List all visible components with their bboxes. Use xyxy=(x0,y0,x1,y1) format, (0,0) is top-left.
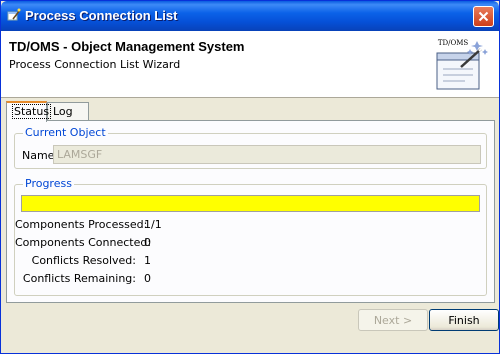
header-graphic-label: TD/OMS xyxy=(438,39,469,47)
tab-log[interactable]: Log xyxy=(47,102,89,121)
status-tab-panel: Current Object Name Progress Components … xyxy=(6,120,495,303)
progress-bar xyxy=(21,195,480,212)
tab-status[interactable]: Status xyxy=(6,101,52,122)
title-bar[interactable]: Process Connection List xyxy=(1,1,499,31)
window-title: Process Connection List xyxy=(25,8,178,23)
stat-label: Conflicts Resolved: xyxy=(31,254,136,267)
finish-button[interactable]: Finish xyxy=(429,309,499,331)
current-object-legend: Current Object xyxy=(23,126,108,139)
wizard-wand-icon xyxy=(7,8,21,21)
wizard-header: TD/OMS - Object Management System Proces… xyxy=(1,31,499,98)
tab-status-label: Status xyxy=(12,104,52,119)
stat-value: 0 xyxy=(144,236,151,249)
stat-value: 1/1 xyxy=(144,218,162,231)
stat-value: 0 xyxy=(144,272,151,285)
name-label: Name xyxy=(22,149,55,162)
header-title: TD/OMS - Object Management System xyxy=(9,39,245,54)
progress-group: Progress Components Processed: 1/1 Compo… xyxy=(14,177,487,296)
progress-legend: Progress xyxy=(23,177,74,190)
stat-value: 1 xyxy=(144,254,151,267)
name-field[interactable] xyxy=(53,145,481,164)
close-button[interactable] xyxy=(473,6,494,27)
progress-fill xyxy=(22,196,479,211)
wizard-window: Process Connection List TD/OMS - Object … xyxy=(0,0,500,354)
close-icon xyxy=(478,11,489,22)
wizard-window-wand-icon: TD/OMS xyxy=(436,39,488,90)
current-object-group: Current Object Name xyxy=(14,126,487,169)
tab-log-label: Log xyxy=(53,105,73,118)
stat-label: Conflicts Remaining: xyxy=(22,272,136,285)
stat-label: Components Connected: xyxy=(15,236,152,249)
next-button[interactable]: Next > xyxy=(358,309,428,331)
header-subtitle: Process Connection List Wizard xyxy=(9,58,181,71)
stat-label: Components Processed: xyxy=(15,218,148,231)
